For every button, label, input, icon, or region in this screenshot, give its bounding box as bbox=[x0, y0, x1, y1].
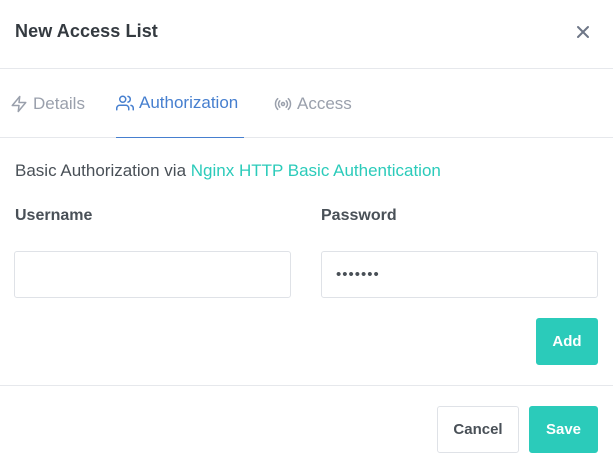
nginx-auth-link[interactable]: Nginx HTTP Basic Authentication bbox=[191, 161, 441, 180]
add-button[interactable]: Add bbox=[536, 318, 598, 365]
authorization-description: Basic Authorization via Nginx HTTP Basic… bbox=[15, 161, 441, 181]
tab-access-label: Access bbox=[297, 93, 352, 113]
broadcast-icon bbox=[274, 97, 292, 110]
username-label: Username bbox=[15, 207, 93, 224]
modal-footer bbox=[0, 385, 613, 468]
close-button[interactable] bbox=[573, 22, 593, 42]
lightning-icon bbox=[11, 95, 27, 112]
tab-access[interactable]: Access bbox=[274, 69, 352, 138]
tab-authorization-label: Authorization bbox=[139, 93, 239, 112]
description-prefix: Basic Authorization via bbox=[15, 161, 191, 180]
cancel-button[interactable]: Cancel bbox=[437, 406, 519, 453]
users-icon bbox=[116, 95, 134, 111]
modal-header: New Access List bbox=[0, 0, 613, 69]
username-input[interactable] bbox=[14, 251, 291, 298]
password-input[interactable] bbox=[321, 251, 598, 298]
close-icon bbox=[577, 26, 589, 38]
modal-title: New Access List bbox=[15, 21, 158, 41]
tab-bar: Details Authorization Access bbox=[0, 69, 613, 138]
tab-authorization[interactable]: Authorization bbox=[116, 69, 244, 138]
tab-details-label: Details bbox=[33, 93, 85, 113]
access-list-modal: New Access List Details Authorization Ac… bbox=[0, 0, 613, 468]
save-button[interactable]: Save bbox=[529, 406, 598, 453]
tab-details[interactable]: Details bbox=[10, 69, 85, 138]
password-label: Password bbox=[321, 207, 397, 224]
